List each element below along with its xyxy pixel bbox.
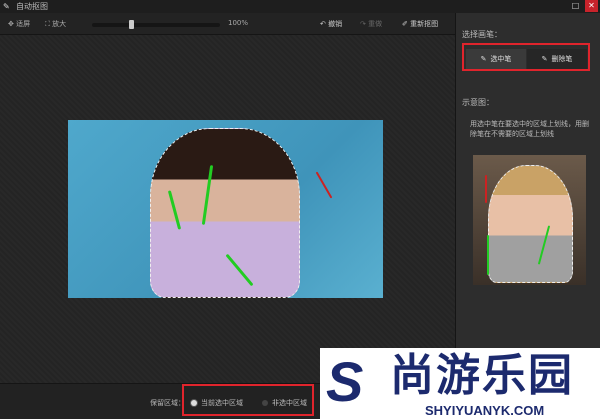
brush-icon: ✐ xyxy=(402,20,408,28)
window-title: 自动抠图 xyxy=(16,2,48,11)
redo-button[interactable]: ↷ 重做 xyxy=(360,19,382,29)
example-subject xyxy=(488,165,573,283)
fit-screen-button[interactable]: ✥ 适屏 xyxy=(8,19,30,29)
zoom-in-button[interactable]: ⛶ 放大 xyxy=(45,19,66,29)
pen-icon: ✎ xyxy=(480,55,487,63)
zoom-slider[interactable] xyxy=(92,20,220,29)
redo-label: 重做 xyxy=(368,20,383,28)
radio-selected-label: 当前选中区域 xyxy=(201,399,243,407)
zoom-slider-handle[interactable] xyxy=(128,20,134,29)
zoom-level: 100% xyxy=(228,19,249,27)
subject-selection xyxy=(150,128,300,298)
radio-selected-area[interactable]: 当前选中区域 xyxy=(191,398,243,408)
radio-dot xyxy=(191,400,197,406)
canvas-area[interactable] xyxy=(0,35,455,383)
watermark-s-logo: S xyxy=(326,350,364,413)
watermark-logo: S 尚游乐园 SHYIYUANYK.COM xyxy=(320,348,600,419)
delete-pen-button[interactable]: ✎ 删除笔 xyxy=(527,49,587,69)
toolbar: ✥ 适屏 ⛶ 放大 100% ↶ 撤销 ↷ 重做 ✐ 重新抠图 xyxy=(0,13,455,35)
instructions: 用选中笔在要选中的区域上划线，用删除笔在不需要的区域上划线 xyxy=(470,120,589,138)
remove-stroke xyxy=(485,175,487,203)
redo-matte-button[interactable]: ✐ 重新抠图 xyxy=(402,19,438,29)
redo-matte-label: 重新抠图 xyxy=(410,20,439,28)
keep-stroke xyxy=(487,235,489,275)
brush-label: 选择画笔： xyxy=(462,30,502,39)
app-icon: ✎ xyxy=(3,2,10,11)
example-label: 示意图： xyxy=(462,98,494,107)
title-bar: ✎ 自动抠图 □ ✕ xyxy=(0,0,600,13)
close-button[interactable]: ✕ xyxy=(585,0,598,12)
select-pen-label: 选中笔 xyxy=(490,55,512,63)
watermark-cn: 尚游乐园 xyxy=(390,350,574,401)
watermark-en: SHYIYUANYK.COM xyxy=(425,403,545,418)
pen-selector: ✎ 选中笔 ✎ 删除笔 xyxy=(462,43,590,71)
radio-unselected-label: 非选中区域 xyxy=(272,399,307,407)
editing-photo[interactable] xyxy=(68,120,383,298)
undo-icon: ↶ xyxy=(320,20,326,28)
radio-dot xyxy=(262,400,268,406)
fit-icon: ✥ xyxy=(8,20,14,28)
remove-stroke xyxy=(315,171,333,199)
eraser-pen-icon: ✎ xyxy=(541,55,548,63)
zoom-in-label: 放大 xyxy=(52,20,67,28)
redo-icon: ↷ xyxy=(360,20,366,28)
undo-label: 撤销 xyxy=(328,20,343,28)
zoom-icon: ⛶ xyxy=(45,20,50,28)
example-image xyxy=(473,155,586,285)
undo-button[interactable]: ↶ 撤销 xyxy=(320,19,342,29)
maximize-button[interactable]: □ xyxy=(569,0,582,12)
delete-pen-label: 删除笔 xyxy=(551,55,573,63)
keep-area-label: 保留区域： xyxy=(150,399,185,407)
select-pen-button[interactable]: ✎ 选中笔 xyxy=(466,49,526,69)
fit-label: 适屏 xyxy=(16,20,31,28)
radio-unselected-area[interactable]: 非选中区域 xyxy=(262,398,307,408)
